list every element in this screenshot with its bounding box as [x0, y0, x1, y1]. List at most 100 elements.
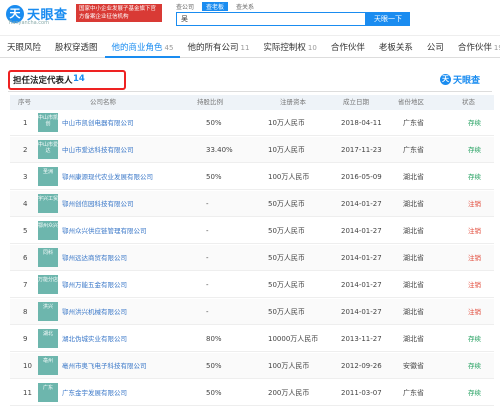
company-name-link[interactable]: 中山市凯创电器有限公司	[62, 110, 134, 136]
section-divider	[8, 91, 492, 92]
table-row[interactable]: 11 广东 广东金宇发展有限公司 50% 200万人民币 2011-03-07 广东省 存续	[10, 380, 494, 406]
founded-date: 2017-11-23	[341, 146, 382, 154]
founded-date: 2018-04-11	[341, 119, 382, 127]
search-input[interactable]: 吴	[176, 12, 366, 26]
company-name-link[interactable]: 鄂州远达商贸有限公司	[62, 245, 127, 271]
status-badge: 注销	[468, 308, 481, 316]
col-date: 成立日期	[343, 98, 369, 106]
table-row[interactable]: 4 宇兴工贸 鄂州创信园科技有限公司 - 50万人民币 2014-01-27 湖北省 注销	[10, 191, 494, 217]
search-mode-tabs: 查公司 查老板 查关系	[176, 2, 254, 11]
founded-date: 2011-03-07	[341, 389, 382, 397]
row-index: 7	[23, 281, 28, 289]
brand-eye-icon: 天	[440, 74, 451, 85]
table-row[interactable]: 6 同科 鄂州远达商贸有限公司 - 50万人民币 2014-01-27 湖北省 注销	[10, 245, 494, 271]
registered-capital: 10万人民币	[268, 146, 305, 154]
founded-date: 2014-01-27	[341, 200, 382, 208]
company-name-link[interactable]: 鄂州洪兴机械有限公司	[62, 299, 127, 325]
row-index: 11	[23, 389, 32, 397]
founded-date: 2014-01-27	[341, 227, 382, 235]
promo-banner[interactable]: 国家中小企业发展子基金旗下官方备案企业征信机构	[76, 4, 162, 22]
col-status: 状态	[462, 98, 475, 106]
table-row[interactable]: 10 亳州 亳州市奥飞电子科技有限公司 50% 100万人民币 2012-09-26 安徽省…	[10, 353, 494, 379]
search-button[interactable]: 天眼一下	[366, 12, 410, 26]
company-logo[interactable]: 湖北	[38, 329, 58, 348]
col-share: 持股比例	[197, 98, 223, 106]
top-header: 天 天眼查 Tianyancha.com 国家中小企业发展子基金旗下官方备案企业…	[0, 0, 500, 36]
company-name-link[interactable]: 广东金宇发展有限公司	[62, 380, 127, 406]
status-badge: 存续	[468, 119, 481, 127]
company-logo[interactable]: 同科	[38, 248, 58, 267]
table-row[interactable]: 9 湖北 湖北伪城实业有限公司 80% 10000万人民币 2013-11-27 湖北省 存续	[10, 326, 494, 352]
share-ratio: -	[206, 254, 209, 262]
search-tab-boss[interactable]: 查老板	[202, 2, 229, 11]
row-index: 1	[23, 119, 28, 127]
share-ratio: -	[206, 308, 209, 316]
brand-text: 天眼查	[453, 76, 481, 86]
region: 湖北省	[403, 335, 424, 343]
status-badge: 存续	[468, 173, 481, 181]
col-index: 序号	[18, 98, 31, 106]
status-badge: 存续	[468, 362, 481, 370]
status-badge: 注销	[468, 281, 481, 289]
table-row[interactable]: 5 鄂州众兴 鄂州众兴供应链管理有限公司 - 50万人民币 2014-01-27 湖北省 注销	[10, 218, 494, 244]
tab-partners[interactable]: 合作伙伴	[324, 38, 372, 58]
tab-control[interactable]: 实际控制权 10	[256, 38, 323, 58]
search-tab-company[interactable]: 查公司	[176, 2, 194, 11]
company-name-link[interactable]: 中山市爱达科技有限公司	[62, 137, 134, 163]
share-ratio: 50%	[206, 173, 222, 181]
company-logo[interactable]: 中山市凯创	[38, 113, 58, 132]
status-badge: 存续	[468, 146, 481, 154]
region: 湖北省	[403, 308, 424, 316]
founded-date: 2013-11-27	[341, 335, 382, 343]
company-logo[interactable]: 圣洲	[38, 167, 58, 186]
tab-all-companies[interactable]: 他的所有公司 11	[180, 38, 256, 58]
company-logo[interactable]: 亳州	[38, 356, 58, 375]
region: 广东省	[403, 146, 424, 154]
tab-boss-relations[interactable]: 老板关系	[372, 38, 420, 58]
tab-business-roles[interactable]: 他的商业角色 45	[104, 38, 181, 58]
table-row[interactable]: 7 万能分店 鄂州万能五金有限公司 - 50万人民币 2014-01-27 湖北省 注销	[10, 272, 494, 298]
col-company: 公司名称	[90, 98, 116, 106]
search-tab-relation[interactable]: 查关系	[236, 2, 254, 11]
founded-date: 2016-05-09	[341, 173, 382, 181]
share-ratio: -	[206, 281, 209, 289]
company-name-link[interactable]: 鄂州创信园科技有限公司	[62, 191, 134, 217]
row-index: 3	[23, 173, 28, 181]
tab-company[interactable]: 公司	[420, 38, 451, 58]
row-index: 10	[23, 362, 32, 370]
company-name-link[interactable]: 鄂州众兴供应链管理有限公司	[62, 218, 147, 244]
company-logo[interactable]: 万能分店	[38, 275, 58, 294]
table-row[interactable]: 3 圣洲 鄂州康源现代农业发展有限公司 50% 100万人民币 2016-05-09 湖北省…	[10, 164, 494, 190]
company-name-link[interactable]: 鄂州万能五金有限公司	[62, 272, 127, 298]
company-logo[interactable]: 洪兴	[38, 302, 58, 321]
company-logo[interactable]: 鄂州众兴	[38, 221, 58, 240]
registered-capital: 50万人民币	[268, 254, 305, 262]
tab-equity-chart[interactable]: 股权穿透图	[48, 38, 105, 58]
region: 广东省	[403, 119, 424, 127]
row-index: 6	[23, 254, 28, 262]
share-ratio: 33.40%	[206, 146, 233, 154]
status-badge: 注销	[468, 227, 481, 235]
registered-capital: 100万人民币	[268, 362, 310, 370]
table-row[interactable]: 8 洪兴 鄂州洪兴机械有限公司 - 50万人民币 2014-01-27 湖北省 注销	[10, 299, 494, 325]
region: 湖北省	[403, 173, 424, 181]
table-row[interactable]: 2 中山市爱达 中山市爱达科技有限公司 33.40% 10万人民币 2017-11-23 广…	[10, 137, 494, 163]
tab-cooperation[interactable]: 合作伙伴19	[451, 38, 500, 58]
table-row[interactable]: 1 中山市凯创 中山市凯创电器有限公司 50% 10万人民币 2018-04-11 广东省 存…	[10, 110, 494, 136]
row-index: 2	[23, 146, 28, 154]
section-title: 担任法定代表人	[13, 76, 73, 86]
registered-capital: 50万人民币	[268, 281, 305, 289]
region: 湖北省	[403, 254, 424, 262]
founded-date: 2014-01-27	[341, 281, 382, 289]
company-name-link[interactable]: 亳州市奥飞电子科技有限公司	[62, 353, 147, 379]
founded-date: 2012-09-26	[341, 362, 382, 370]
company-name-link[interactable]: 湖北伪城实业有限公司	[62, 326, 127, 352]
row-index: 9	[23, 335, 28, 343]
company-name-link[interactable]: 鄂州康源现代农业发展有限公司	[62, 164, 153, 190]
row-index: 8	[23, 308, 28, 316]
tab-risk[interactable]: 天眼风险	[0, 38, 48, 58]
company-logo[interactable]: 中山市爱达	[38, 140, 58, 159]
registered-capital: 10000万人民币	[268, 335, 319, 343]
company-logo[interactable]: 宇兴工贸	[38, 194, 58, 213]
company-logo[interactable]: 广东	[38, 383, 58, 402]
